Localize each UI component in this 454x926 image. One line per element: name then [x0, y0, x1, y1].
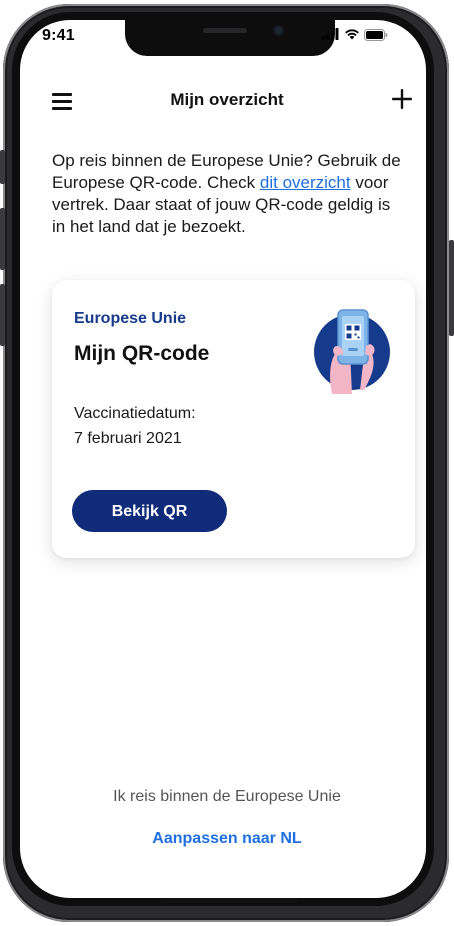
home-indicator[interactable]	[160, 898, 298, 903]
status-time: 9:41	[42, 27, 75, 44]
status-icons	[322, 28, 388, 42]
wifi-icon	[345, 29, 359, 40]
notch	[125, 20, 335, 56]
intro-text: Op reis binnen de Europese Unie? Gebruik…	[52, 150, 402, 238]
travel-region-text: Ik reis binnen de Europese Unie	[113, 788, 341, 805]
cellular-signal-icon	[322, 28, 339, 40]
page: 9:41 Mijn overzicht Op reis binnen de Eu…	[0, 0, 454, 926]
card-region-label: Europese Unie	[74, 310, 187, 327]
plus-icon[interactable]	[391, 88, 413, 110]
qr-card: Europese Unie Mijn QR-code Vaccinatiedat…	[52, 280, 415, 558]
volume-down-button	[0, 284, 5, 346]
speaker-grille	[203, 28, 247, 33]
vaccination-date-value: 7 februari 2021	[74, 430, 182, 447]
phone-qr-illustration-icon	[314, 309, 390, 394]
overview-link[interactable]: dit overzicht	[260, 173, 351, 192]
view-qr-button[interactable]: Bekijk QR	[72, 490, 227, 532]
volume-up-button	[0, 208, 5, 270]
switch-to-nl-link[interactable]: Aanpassen naar NL	[0, 830, 454, 848]
power-button	[449, 240, 454, 336]
battery-icon	[364, 29, 388, 41]
card-title: Mijn QR-code	[74, 342, 210, 365]
front-camera	[273, 25, 284, 36]
vaccination-date-label: Vaccinatiedatum:	[74, 405, 196, 422]
page-title: Mijn overzicht	[170, 90, 284, 109]
silent-switch	[0, 150, 5, 184]
